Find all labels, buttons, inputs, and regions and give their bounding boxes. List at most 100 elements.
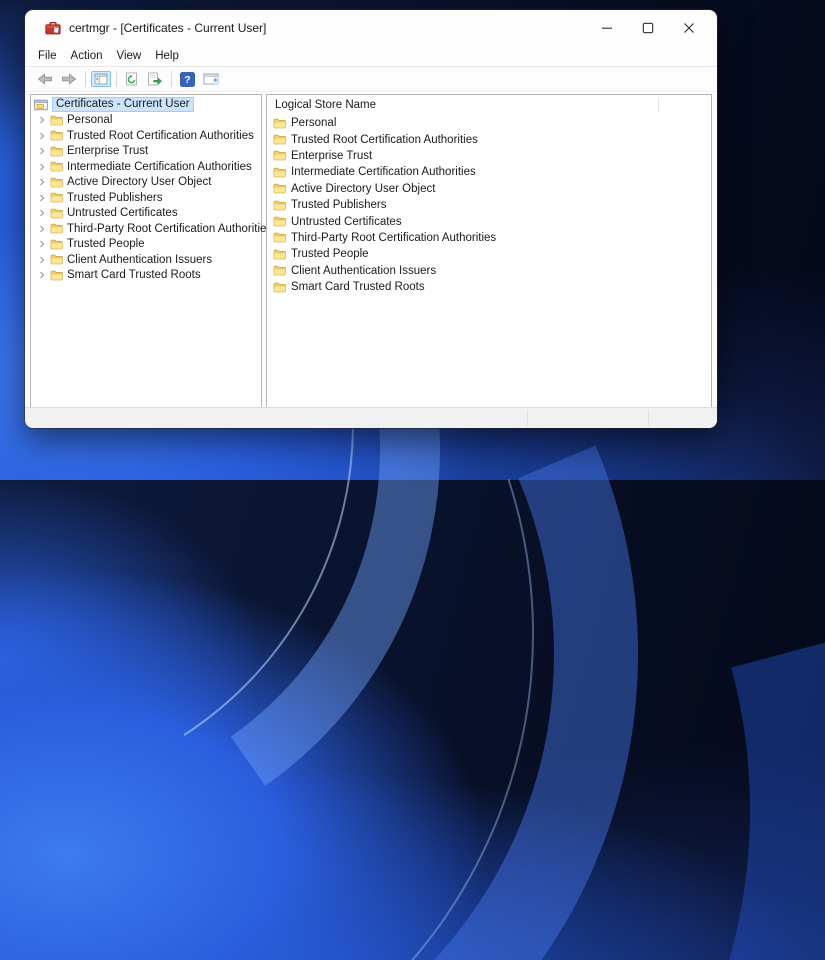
- tree-item-label: Intermediate Certification Authorities: [67, 160, 252, 173]
- export-list-button[interactable]: [144, 70, 166, 88]
- tree-root-certificates-current-user[interactable]: Certificates - Current User: [31, 97, 261, 113]
- list-item-trusted-publishers[interactable]: Trusted Publishers: [267, 197, 711, 213]
- desktop: { "window": { "title": "certmgr - [Certi…: [0, 0, 825, 960]
- chevron-right-icon[interactable]: [37, 225, 47, 233]
- folder-icon: [50, 130, 63, 141]
- chevron-right-icon[interactable]: [37, 147, 47, 155]
- help-icon: ?: [180, 71, 195, 87]
- minimize-button[interactable]: [586, 10, 627, 45]
- folder-icon: [273, 282, 286, 293]
- folder-icon: [50, 115, 63, 126]
- folder-icon: [273, 134, 286, 145]
- tree-item-enterprise-trust[interactable]: Enterprise Trust: [31, 144, 261, 160]
- console-tree-icon: [94, 73, 108, 85]
- folder-icon: [50, 146, 63, 157]
- toolbar-separator: [116, 71, 117, 87]
- tree-item-client-auth[interactable]: Client Authentication Issuers: [31, 252, 261, 268]
- list-item-trusted-root[interactable]: Trusted Root Certification Authorities: [267, 131, 711, 147]
- main-area: Certificates - Current User Personal Tru…: [25, 92, 717, 408]
- help-button[interactable]: ?: [177, 70, 198, 89]
- maximize-icon: [642, 22, 653, 33]
- chevron-right-icon[interactable]: [37, 163, 47, 171]
- list-item-label: Client Authentication Issuers: [291, 264, 437, 277]
- toolbar: ?: [25, 67, 717, 92]
- list-item-label: Trusted People: [291, 248, 369, 261]
- list-item-ad-user-object[interactable]: Active Directory User Object: [267, 181, 711, 197]
- column-header-logical-store-name[interactable]: Logical Store Name: [267, 95, 711, 115]
- list-item-label: Third-Party Root Certification Authoriti…: [291, 231, 497, 244]
- status-bar: [25, 407, 717, 428]
- tree-item-third-party[interactable]: Third-Party Root Certification Authoriti…: [31, 221, 272, 237]
- tree-root-label: Certificates - Current User: [52, 97, 194, 113]
- menu-file[interactable]: File: [31, 49, 64, 63]
- folder-icon: [50, 270, 63, 281]
- folder-icon: [50, 254, 63, 265]
- folder-icon: [273, 118, 286, 129]
- folder-icon: [273, 265, 286, 276]
- chevron-right-icon[interactable]: [37, 194, 47, 202]
- menu-help[interactable]: Help: [148, 49, 186, 63]
- tree-item-label: Trusted Publishers: [67, 191, 163, 204]
- tree-item-personal[interactable]: Personal: [31, 113, 261, 129]
- refresh-icon: [126, 72, 137, 86]
- folder-icon: [273, 216, 286, 227]
- tree-item-label: Third-Party Root Certification Authoriti…: [67, 222, 273, 235]
- tree-item-label: Personal: [67, 114, 113, 127]
- folder-icon: [50, 177, 63, 188]
- refresh-button[interactable]: [122, 70, 142, 88]
- column-divider[interactable]: [658, 98, 659, 112]
- tree-item-smart-card[interactable]: Smart Card Trusted Roots: [31, 268, 261, 284]
- menu-action[interactable]: Action: [64, 49, 110, 63]
- list-item-enterprise-trust[interactable]: Enterprise Trust: [267, 148, 711, 164]
- show-hide-console-tree-button[interactable]: [91, 71, 111, 87]
- folder-icon: [273, 150, 286, 161]
- close-button[interactable]: [668, 10, 709, 45]
- list-item-label: Trusted Publishers: [291, 199, 387, 212]
- folder-icon: [50, 223, 63, 234]
- status-bar-divider: [648, 410, 649, 426]
- list-item-trusted-people[interactable]: Trusted People: [267, 246, 711, 262]
- chevron-right-icon[interactable]: [37, 240, 47, 248]
- folder-icon: [273, 232, 286, 243]
- title-bar[interactable]: certmgr - [Certificates - Current User]: [25, 10, 717, 45]
- chevron-right-icon[interactable]: [37, 132, 47, 140]
- tree-item-untrusted[interactable]: Untrusted Certificates: [31, 206, 261, 222]
- forward-button[interactable]: [58, 71, 80, 87]
- chevron-right-icon[interactable]: [37, 116, 47, 124]
- close-icon: [683, 22, 694, 33]
- chevron-right-icon[interactable]: [37, 178, 47, 186]
- tree-item-trusted-people[interactable]: Trusted People: [31, 237, 261, 253]
- list-item-client-auth[interactable]: Client Authentication Issuers: [267, 263, 711, 279]
- status-bar-divider: [527, 410, 528, 426]
- minimize-icon: [601, 27, 612, 29]
- back-button[interactable]: [34, 71, 56, 87]
- show-hide-action-pane-button[interactable]: [200, 71, 222, 87]
- list-item-third-party[interactable]: Third-Party Root Certification Authoriti…: [267, 230, 711, 246]
- folder-icon: [273, 249, 286, 260]
- list-item-untrusted[interactable]: Untrusted Certificates: [267, 213, 711, 229]
- action-pane-icon: [203, 73, 219, 85]
- console-tree: Certificates - Current User Personal Tru…: [31, 95, 272, 284]
- list-item-personal[interactable]: Personal: [267, 115, 711, 131]
- chevron-right-icon[interactable]: [37, 256, 47, 264]
- window-title: certmgr - [Certificates - Current User]: [69, 20, 267, 35]
- menu-view[interactable]: View: [110, 49, 149, 63]
- folder-icon: [273, 167, 286, 178]
- folder-icon: [273, 183, 286, 194]
- tree-item-trusted-root[interactable]: Trusted Root Certification Authorities: [31, 128, 261, 144]
- list-item-label: Untrusted Certificates: [291, 215, 402, 228]
- tree-item-ad-user-object[interactable]: Active Directory User Object: [31, 175, 261, 191]
- certificates-console-icon: [34, 99, 48, 111]
- list-item-label: Personal: [291, 117, 337, 130]
- tree-item-label: Trusted People: [67, 238, 145, 251]
- list-item-intermediate[interactable]: Intermediate Certification Authorities: [267, 164, 711, 180]
- store-list-panel: Logical Store Name Personal Trusted Root…: [266, 94, 712, 408]
- list-item-label: Trusted Root Certification Authorities: [291, 133, 478, 146]
- chevron-right-icon[interactable]: [37, 209, 47, 217]
- tree-item-trusted-publishers[interactable]: Trusted Publishers: [31, 190, 261, 206]
- list-item-smart-card[interactable]: Smart Card Trusted Roots: [267, 279, 711, 295]
- maximize-button[interactable]: [627, 10, 668, 45]
- tree-item-label: Client Authentication Issuers: [67, 253, 213, 266]
- tree-item-intermediate[interactable]: Intermediate Certification Authorities: [31, 159, 261, 175]
- chevron-right-icon[interactable]: [37, 271, 47, 279]
